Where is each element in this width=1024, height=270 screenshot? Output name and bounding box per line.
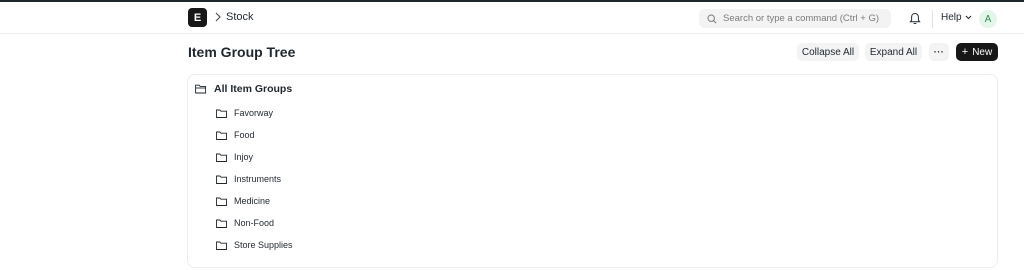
folder-icon bbox=[216, 175, 227, 184]
tree-item-label: Store Supplies bbox=[234, 240, 293, 250]
folder-icon bbox=[216, 109, 227, 118]
folder-icon bbox=[216, 219, 227, 228]
tree-item-label: Injoy bbox=[234, 152, 254, 162]
tree-item-store-supplies[interactable]: Store Supplies bbox=[216, 240, 293, 250]
tree-root-all-item-groups[interactable]: All Item Groups bbox=[195, 83, 292, 95]
tree-item-instruments[interactable]: Instruments bbox=[216, 174, 281, 184]
navbar: E Stock Search or type a command (Ctrl +… bbox=[0, 2, 1024, 34]
collapse-all-button[interactable]: Collapse All bbox=[797, 43, 859, 61]
tree-item-label: Food bbox=[234, 130, 255, 140]
app-logo-icon[interactable]: E bbox=[188, 8, 207, 27]
tree-item-injoy[interactable]: Injoy bbox=[216, 152, 253, 162]
tree-card bbox=[187, 74, 998, 268]
new-button[interactable]: + New bbox=[956, 43, 998, 61]
tree-item-non-food[interactable]: Non-Food bbox=[216, 218, 274, 228]
tree-item-label: Favorway bbox=[234, 108, 274, 118]
navbar-divider bbox=[932, 10, 933, 28]
tree-item-label: Non-Food bbox=[234, 218, 275, 228]
expand-all-button[interactable]: Expand All bbox=[865, 43, 922, 61]
page-title: Item Group Tree bbox=[188, 44, 296, 60]
tree-root-label: All Item Groups bbox=[214, 83, 293, 95]
folder-icon bbox=[216, 131, 227, 140]
tree-item-food[interactable]: Food bbox=[216, 130, 255, 140]
tree-item-favorway[interactable]: Favorway bbox=[216, 108, 273, 118]
bell-icon[interactable] bbox=[909, 12, 921, 25]
user-avatar[interactable]: A bbox=[979, 10, 997, 28]
search-placeholder: Search or type a command (Ctrl + G) bbox=[723, 13, 880, 24]
search-icon bbox=[707, 13, 717, 24]
tree-item-label: Instruments bbox=[234, 174, 282, 184]
search-bar[interactable]: Search or type a command (Ctrl + G) bbox=[699, 9, 891, 28]
tree-item-medicine[interactable]: Medicine bbox=[216, 196, 270, 206]
folder-icon bbox=[216, 153, 227, 162]
tree-item-label: Medicine bbox=[234, 196, 271, 206]
help-dropdown[interactable]: Help bbox=[941, 12, 972, 23]
new-button-label: New bbox=[972, 46, 993, 58]
folder-icon bbox=[216, 197, 227, 206]
breadcrumb-stock[interactable]: Stock bbox=[226, 11, 254, 23]
folder-icon bbox=[216, 241, 227, 250]
plus-icon: + bbox=[961, 46, 969, 58]
more-actions-button[interactable]: ··· bbox=[929, 43, 949, 61]
folder-open-icon bbox=[195, 84, 207, 94]
chevron-right-icon bbox=[215, 12, 221, 22]
chevron-down-icon bbox=[965, 15, 971, 20]
help-label: Help bbox=[941, 12, 962, 23]
